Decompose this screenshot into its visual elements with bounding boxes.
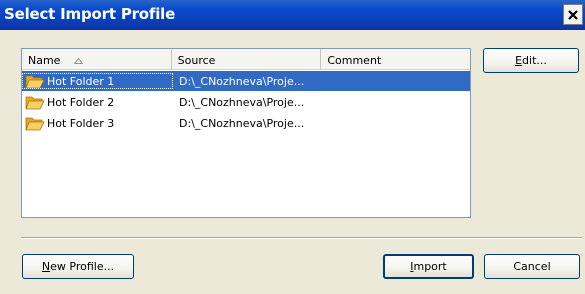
item-name: Hot Folder 1 [47, 74, 115, 88]
profile-list[interactable]: Name Source Comment Hot Folder 1 D:\_CNo… [21, 48, 471, 218]
item-name: Hot Folder 3 [47, 116, 115, 130]
new-profile-label: ew Profile... [50, 260, 115, 273]
column-header-label: Comment [327, 54, 382, 67]
item-name-cell: Hot Folder 3 [22, 115, 173, 131]
folder-open-icon [25, 96, 45, 110]
column-header-name[interactable]: Name [22, 49, 172, 69]
title-bar[interactable]: Select Import Profile [0, 0, 585, 30]
separator [21, 237, 582, 239]
close-button[interactable] [563, 4, 583, 25]
column-header-label: Source [177, 54, 216, 67]
column-header-source[interactable]: Source [172, 49, 322, 69]
window-title: Select Import Profile [4, 5, 176, 23]
edit-mnemonic: E [515, 54, 523, 67]
new-profile-mnemonic: N [41, 260, 51, 273]
item-source: D:\_CNozhneva\Proje... [179, 95, 305, 109]
item-name: Hot Folder 2 [47, 95, 115, 109]
folder-open-icon [25, 117, 45, 131]
list-item[interactable]: Hot Folder 2 D:\_CNozhneva\Proje... [22, 92, 470, 112]
sort-ascending-icon [73, 58, 83, 64]
item-source: D:\_CNozhneva\Proje... [179, 116, 305, 130]
edit-label: dit... [522, 54, 547, 67]
close-icon [568, 9, 578, 20]
item-source: D:\_CNozhneva\Proje... [179, 74, 305, 88]
column-header-label: Name [28, 54, 61, 67]
item-name-cell: Hot Folder 2 [22, 94, 173, 110]
import-label: mport [413, 260, 447, 273]
column-header-comment[interactable]: Comment [321, 49, 470, 69]
edit-button[interactable]: Edit... [483, 48, 579, 73]
item-name-cell: Hot Folder 1 [22, 73, 173, 89]
folder-open-icon [25, 75, 45, 89]
new-profile-button[interactable]: New Profile... [22, 254, 134, 279]
list-header: Name Source Comment [22, 49, 470, 70]
import-button[interactable]: Import [383, 254, 474, 279]
cancel-button[interactable]: Cancel [484, 254, 580, 279]
cancel-label: Cancel [513, 260, 551, 273]
list-item[interactable]: Hot Folder 1 D:\_CNozhneva\Proje... [22, 71, 470, 91]
list-item[interactable]: Hot Folder 3 D:\_CNozhneva\Proje... [22, 113, 470, 133]
